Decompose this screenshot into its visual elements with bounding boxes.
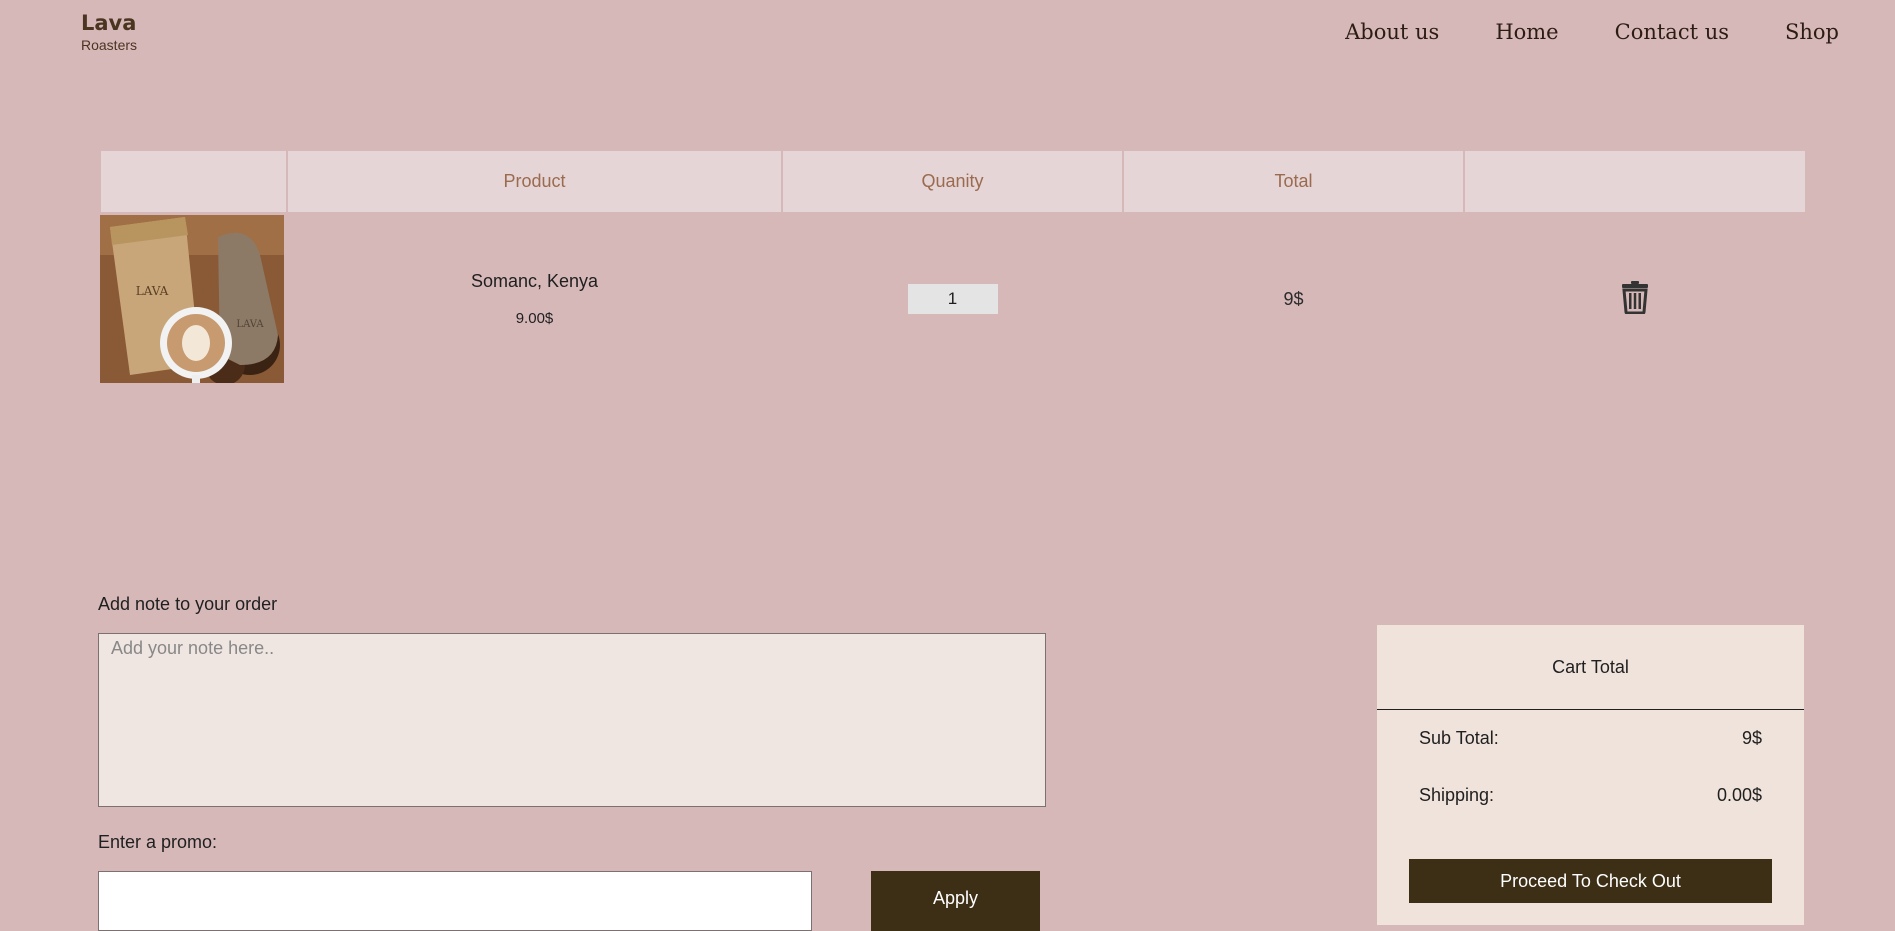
apply-button[interactable]: Apply [871,871,1040,931]
product-image-cell: LAVA LAVA [100,213,287,384]
note-label: Add note to your order [98,594,278,614]
svg-text:LAVA: LAVA [136,284,169,298]
table-row: LAVA LAVA Somanc, Kenya 9.00$ 9$ [100,213,1806,384]
shipping-value: 0.00$ [1716,785,1762,805]
shipping-row: Shipping: 0.00$ [1377,785,1804,806]
quantity-input[interactable] [907,284,998,314]
cart-table: Product Quanity Total LAVA LAVA Somanc, … [99,149,1807,384]
table-header-row: Product Quanity Total [99,149,1807,214]
product-price: 9.00$ [515,310,554,327]
nav-shop[interactable]: Shop [1785,20,1839,44]
subtotal-value: 9$ [1741,728,1762,748]
header-actions [1463,149,1807,214]
cart-total-title: Cart Total [1377,625,1804,710]
trash-icon[interactable] [1621,280,1649,319]
product-cell: Somanc, Kenya 9.00$ [287,213,782,384]
delete-cell [1464,213,1806,384]
main-nav: About us Home Contact us Shop [1345,20,1839,44]
checkout-button[interactable]: Proceed To Check Out [1409,859,1772,903]
logo[interactable]: Lava Roasters [81,11,137,53]
promo-input[interactable] [98,871,812,931]
total-cell: 9$ [1283,288,1304,309]
header-total: Total [1122,149,1465,214]
nav-about-us[interactable]: About us [1345,20,1439,44]
logo-subtitle: Roasters [81,37,138,53]
header-image [99,149,288,214]
shipping-label: Shipping: [1419,785,1495,805]
note-field [98,633,1046,807]
nav-home[interactable]: Home [1495,20,1558,44]
header-product: Product [286,149,783,214]
product-name[interactable]: Somanc, Kenya [287,271,782,292]
subtotal-row: Sub Total: 9$ [1377,728,1804,749]
subtotal-label: Sub Total: [1419,728,1499,748]
note-textarea[interactable] [99,634,1045,806]
cart-total-panel: Cart Total Sub Total: 9$ Shipping: 0.00$… [1377,625,1804,925]
svg-text:LAVA: LAVA [236,319,264,330]
header-quantity: Quanity [781,149,1124,214]
nav-contact-us[interactable]: Contact us [1615,20,1729,44]
promo-label: Enter a promo: [98,832,218,852]
logo-name: Lava [81,11,137,35]
quantity-cell [782,213,1123,384]
product-image: LAVA LAVA [100,215,284,383]
